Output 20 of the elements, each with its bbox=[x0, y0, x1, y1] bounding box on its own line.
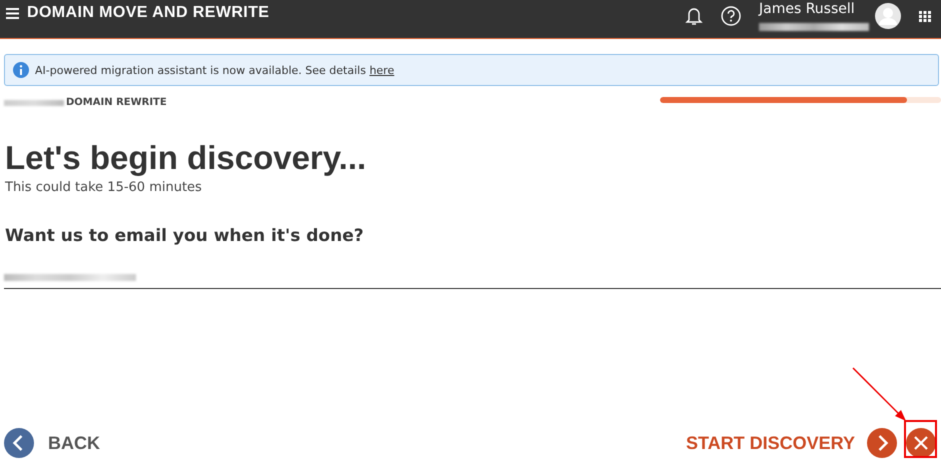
highlight-box bbox=[904, 420, 937, 458]
app-title: DOMAIN MOVE AND REWRITE bbox=[27, 4, 270, 22]
help-icon[interactable] bbox=[721, 6, 741, 26]
user-name[interactable]: James Russell bbox=[759, 1, 869, 17]
banner-message: AI-powered migration assistant is now available. See details here bbox=[35, 64, 394, 76]
menu-icon[interactable] bbox=[6, 8, 19, 18]
breadcrumb: DOMAIN REWRITE bbox=[66, 97, 167, 108]
apps-grid-icon[interactable] bbox=[919, 10, 931, 22]
subtitle: This could take 15-60 minutes bbox=[5, 180, 203, 195]
bell-icon[interactable] bbox=[685, 6, 703, 26]
start-discovery-button[interactable]: START DISCOVERY bbox=[686, 428, 897, 458]
redacted-text bbox=[4, 100, 64, 106]
info-icon bbox=[13, 62, 29, 78]
avatar-icon[interactable] bbox=[875, 3, 901, 29]
back-button[interactable]: BACK bbox=[4, 428, 100, 458]
chevron-left-icon bbox=[4, 428, 34, 458]
chevron-right-icon bbox=[867, 428, 897, 458]
page-heading: Let's begin discovery... bbox=[5, 138, 368, 178]
question: Want us to email you when it's done? bbox=[5, 225, 365, 247]
details-link[interactable]: here bbox=[369, 64, 394, 76]
